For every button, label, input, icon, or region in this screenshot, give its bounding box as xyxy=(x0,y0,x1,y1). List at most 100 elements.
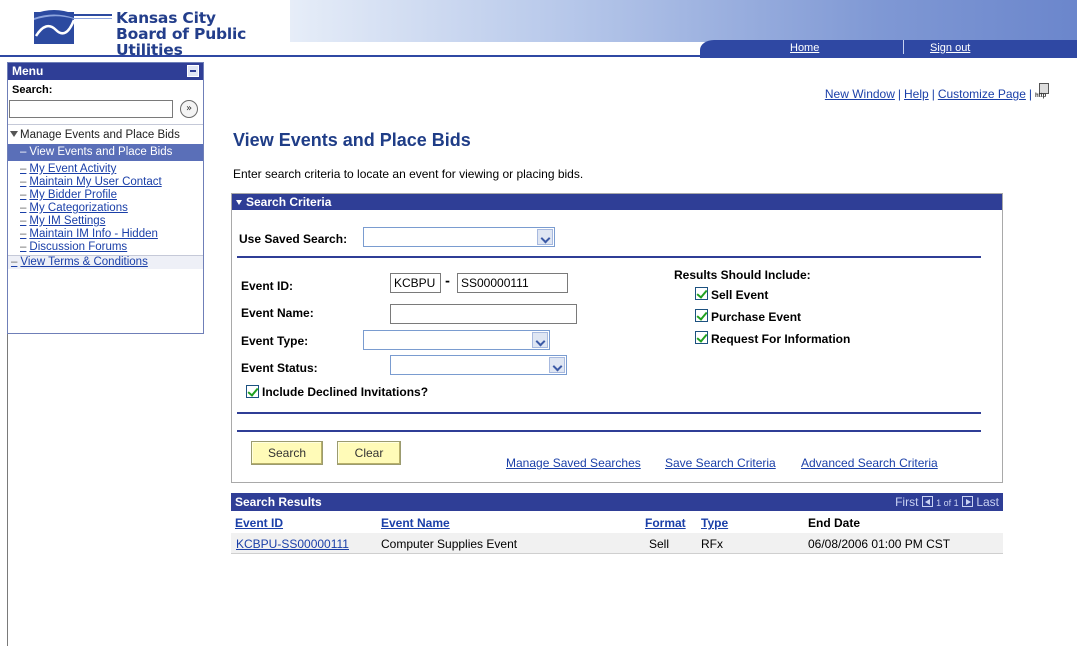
dropdown-arrow-icon xyxy=(537,229,553,245)
section-divider xyxy=(237,256,981,258)
event-status-label: Event Status: xyxy=(241,361,318,375)
expand-triangle-icon xyxy=(10,131,18,137)
pager-prev-icon[interactable] xyxy=(921,496,933,507)
results-pager: First 1 of 1 Last xyxy=(895,495,999,509)
page-instruction: Enter search criteria to locate an event… xyxy=(233,167,584,181)
new-window-link[interactable]: New Window xyxy=(825,87,895,101)
menu-search-label: Search: xyxy=(12,84,53,96)
menu-search-row: » xyxy=(8,96,203,118)
customize-page-link[interactable]: Customize Page xyxy=(938,87,1026,101)
collapse-menu-icon[interactable] xyxy=(187,65,199,77)
saved-search-select[interactable] xyxy=(363,227,555,247)
nav-separator xyxy=(903,40,904,54)
header-gradient-band xyxy=(290,0,1077,42)
menu-item-view-events[interactable]: – View Events and Place Bids xyxy=(8,144,203,161)
pager-last[interactable]: Last xyxy=(976,495,999,509)
kcbpu-logo-icon xyxy=(34,10,112,44)
sell-event-label: Sell Event xyxy=(711,288,769,302)
page-title: View Events and Place Bids xyxy=(233,130,471,150)
row-end-date: 06/08/2006 01:00 PM CST xyxy=(808,537,951,551)
menu-title: Menu xyxy=(12,64,44,78)
menu-item-label: My Bidder Profile xyxy=(29,189,117,201)
menu-item-label: My Event Activity xyxy=(29,163,117,175)
org-name: Kansas City Board of Public Utilities xyxy=(116,10,294,58)
event-id-separator: - xyxy=(445,274,450,288)
clear-button[interactable]: Clear xyxy=(337,441,401,465)
app-header: Kansas City Board of Public Utilities Ho… xyxy=(0,0,1077,62)
row-format: Sell xyxy=(649,537,670,551)
menu-item-terms-conditions[interactable]: – View Terms & Conditions xyxy=(8,255,203,269)
row-type: RFx xyxy=(701,537,723,551)
dropdown-arrow-icon xyxy=(532,332,548,348)
section-divider xyxy=(237,430,981,432)
menu-search-go-button[interactable]: » xyxy=(180,100,198,118)
search-results-header: Search Results First 1 of 1 Last xyxy=(231,493,1003,511)
menu-tree: Manage Events and Place Bids – View Event… xyxy=(8,124,203,269)
page-utility-links: New Window | Help | Customize Page | http xyxy=(825,83,1053,101)
menu-item-maintain-user-contact[interactable]: – Maintain My User Contact xyxy=(8,176,203,189)
include-declined-checkbox[interactable] xyxy=(246,385,259,398)
menu-item-my-event-activity[interactable]: – My Event Activity xyxy=(8,163,203,176)
save-search-criteria-link[interactable]: Save Search Criteria xyxy=(665,456,776,470)
menu-item-label: View Events and Place Bids xyxy=(29,146,173,158)
search-criteria-header[interactable]: Search Criteria xyxy=(232,194,1002,210)
menu-item-discussion-forums[interactable]: – Discussion Forums xyxy=(8,241,203,254)
pager-range: 1 of 1 xyxy=(936,498,959,508)
menu-item-label: Maintain IM Info - Hidden xyxy=(29,228,158,240)
results-include-label: Results Should Include: xyxy=(674,268,811,282)
manage-saved-searches-link[interactable]: Manage Saved Searches xyxy=(506,456,641,470)
column-header-end-date: End Date xyxy=(808,516,861,530)
column-header-format[interactable]: Format xyxy=(645,516,686,530)
dropdown-arrow-icon xyxy=(549,357,565,373)
menu-item-label: Maintain My User Contact xyxy=(29,176,162,188)
sell-event-checkbox[interactable] xyxy=(695,287,708,300)
menu-item-label: My IM Settings xyxy=(29,215,106,227)
menu-group-manage-events[interactable]: Manage Events and Place Bids xyxy=(8,125,203,142)
event-status-select[interactable] xyxy=(390,355,567,375)
menu-item-label: Discussion Forums xyxy=(29,241,128,253)
menu-item-categorizations[interactable]: – My Categorizations xyxy=(8,202,203,215)
event-type-label: Event Type: xyxy=(241,334,309,348)
nav-home-link[interactable]: Home xyxy=(790,42,819,54)
event-name-field[interactable] xyxy=(390,304,577,324)
row-event-name: Computer Supplies Event xyxy=(381,537,518,551)
event-id-field[interactable]: SS00000111 xyxy=(457,273,568,293)
include-declined-label: Include Declined Invitations? xyxy=(262,385,429,399)
http-url-icon[interactable]: http xyxy=(1035,83,1053,101)
menu-search-input[interactable] xyxy=(9,100,173,118)
request-info-checkbox[interactable] xyxy=(695,331,708,344)
saved-search-label: Use Saved Search: xyxy=(239,232,348,246)
pager-next-icon[interactable] xyxy=(961,496,973,507)
frame-divider xyxy=(7,334,8,646)
purchase-event-label: Purchase Event xyxy=(711,310,802,324)
menu-group-label: Manage Events and Place Bids xyxy=(20,129,180,141)
menu-item-maintain-im-info[interactable]: – Maintain IM Info - Hidden xyxy=(8,228,203,241)
column-header-event-name[interactable]: Event Name xyxy=(381,516,450,530)
org-name-line1: Kansas City xyxy=(116,9,216,27)
event-id-prefix-field[interactable]: KCBPU xyxy=(390,273,441,293)
purchase-event-checkbox[interactable] xyxy=(695,309,708,322)
event-type-select[interactable] xyxy=(363,330,550,350)
kcbpu-logo: Kansas City Board of Public Utilities xyxy=(34,6,294,58)
row-event-id-link[interactable]: KCBPU-SS00000111 xyxy=(236,537,349,551)
menu-item-label: View Terms & Conditions xyxy=(20,256,148,268)
help-link[interactable]: Help xyxy=(904,87,929,101)
menu-item-bidder-profile[interactable]: – My Bidder Profile xyxy=(8,189,203,202)
menu-item-label: My Categorizations xyxy=(29,202,128,214)
section-divider xyxy=(237,412,981,414)
menu-item-im-settings[interactable]: – My IM Settings xyxy=(8,215,203,228)
search-criteria-panel: Search Criteria Use Saved Search: Event … xyxy=(231,193,1003,483)
pager-first[interactable]: First xyxy=(895,495,918,509)
event-name-label: Event Name: xyxy=(241,306,314,320)
search-results-grid: Search Results First 1 of 1 Last Event I… xyxy=(231,493,1003,555)
column-header-event-id[interactable]: Event ID xyxy=(235,516,283,530)
left-menu: Menu Search: » Manage Events and Place B… xyxy=(7,62,204,334)
search-button[interactable]: Search xyxy=(251,441,323,465)
advanced-search-link[interactable]: Advanced Search Criteria xyxy=(801,456,938,470)
menu-header: Menu xyxy=(8,63,203,80)
org-name-line2: Board of Public Utilities xyxy=(116,25,247,59)
request-info-label: Request For Information xyxy=(711,332,851,346)
collapse-triangle-icon xyxy=(236,200,242,205)
column-header-type[interactable]: Type xyxy=(701,516,728,530)
nav-signout-link[interactable]: Sign out xyxy=(930,42,970,54)
